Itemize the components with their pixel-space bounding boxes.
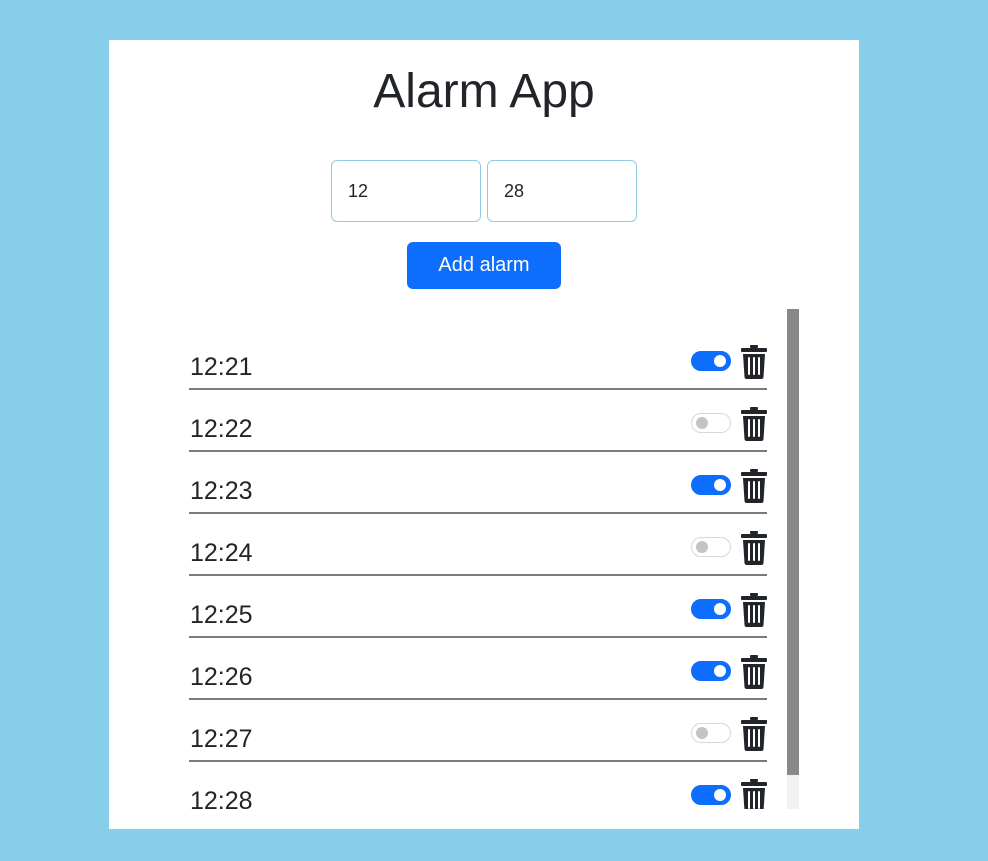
- alarm-time: 12:27: [190, 725, 253, 753]
- alarm-list: 12:21 12:22 12:23 12:24 12:25 12:26 12:27 12:28: [189, 309, 767, 809]
- alarm-row: 12:27: [189, 700, 767, 762]
- alarm-row: 12:26: [189, 638, 767, 700]
- trash-icon[interactable]: [741, 469, 767, 503]
- alarm-time: 12:25: [190, 601, 253, 629]
- trash-icon[interactable]: [741, 407, 767, 441]
- alarm-time: 12:24: [190, 539, 253, 567]
- alarm-toggle[interactable]: [691, 599, 731, 619]
- alarm-toggle[interactable]: [691, 475, 731, 495]
- toggle-knob: [714, 665, 726, 677]
- hour-input[interactable]: [331, 160, 481, 222]
- alarm-time: 12:28: [190, 787, 253, 809]
- alarm-toggle[interactable]: [691, 723, 731, 743]
- alarm-app-card: Alarm App Add alarm 12:21 12:22 12:23 12:24…: [109, 40, 859, 829]
- toggle-knob: [696, 417, 708, 429]
- alarm-toggle[interactable]: [691, 785, 731, 805]
- toggle-knob: [696, 541, 708, 553]
- alarm-time: 12:22: [190, 415, 253, 443]
- alarm-row: 12:24: [189, 514, 767, 576]
- alarm-time: 12:21: [190, 353, 253, 381]
- trash-icon[interactable]: [741, 655, 767, 689]
- alarm-toggle[interactable]: [691, 351, 731, 371]
- alarm-row: 12:28: [189, 762, 767, 809]
- trash-icon[interactable]: [741, 531, 767, 565]
- alarm-row: 12:21: [189, 328, 767, 390]
- page-title: Alarm App: [373, 65, 595, 118]
- alarm-toggle[interactable]: [691, 661, 731, 681]
- trash-icon[interactable]: [741, 345, 767, 379]
- scrollbar-thumb[interactable]: [787, 309, 799, 775]
- toggle-knob: [714, 355, 726, 367]
- toggle-knob: [714, 479, 726, 491]
- toggle-knob: [714, 789, 726, 801]
- trash-icon[interactable]: [741, 779, 767, 809]
- toggle-knob: [696, 727, 708, 739]
- trash-icon[interactable]: [741, 717, 767, 751]
- alarm-row: 12:25: [189, 576, 767, 638]
- toggle-knob: [714, 603, 726, 615]
- alarm-row: 12:22: [189, 390, 767, 452]
- alarm-toggle[interactable]: [691, 413, 731, 433]
- trash-icon[interactable]: [741, 593, 767, 627]
- scrollbar[interactable]: [787, 309, 799, 809]
- minute-input[interactable]: [487, 160, 637, 222]
- alarm-toggle[interactable]: [691, 537, 731, 557]
- alarm-time: 12:26: [190, 663, 253, 691]
- alarm-time: 12:23: [190, 477, 253, 505]
- add-alarm-button[interactable]: Add alarm: [407, 242, 561, 289]
- alarm-row: 12:23: [189, 452, 767, 514]
- alarm-list-container: 12:21 12:22 12:23 12:24 12:25 12:26 12:27 12:28: [189, 309, 799, 809]
